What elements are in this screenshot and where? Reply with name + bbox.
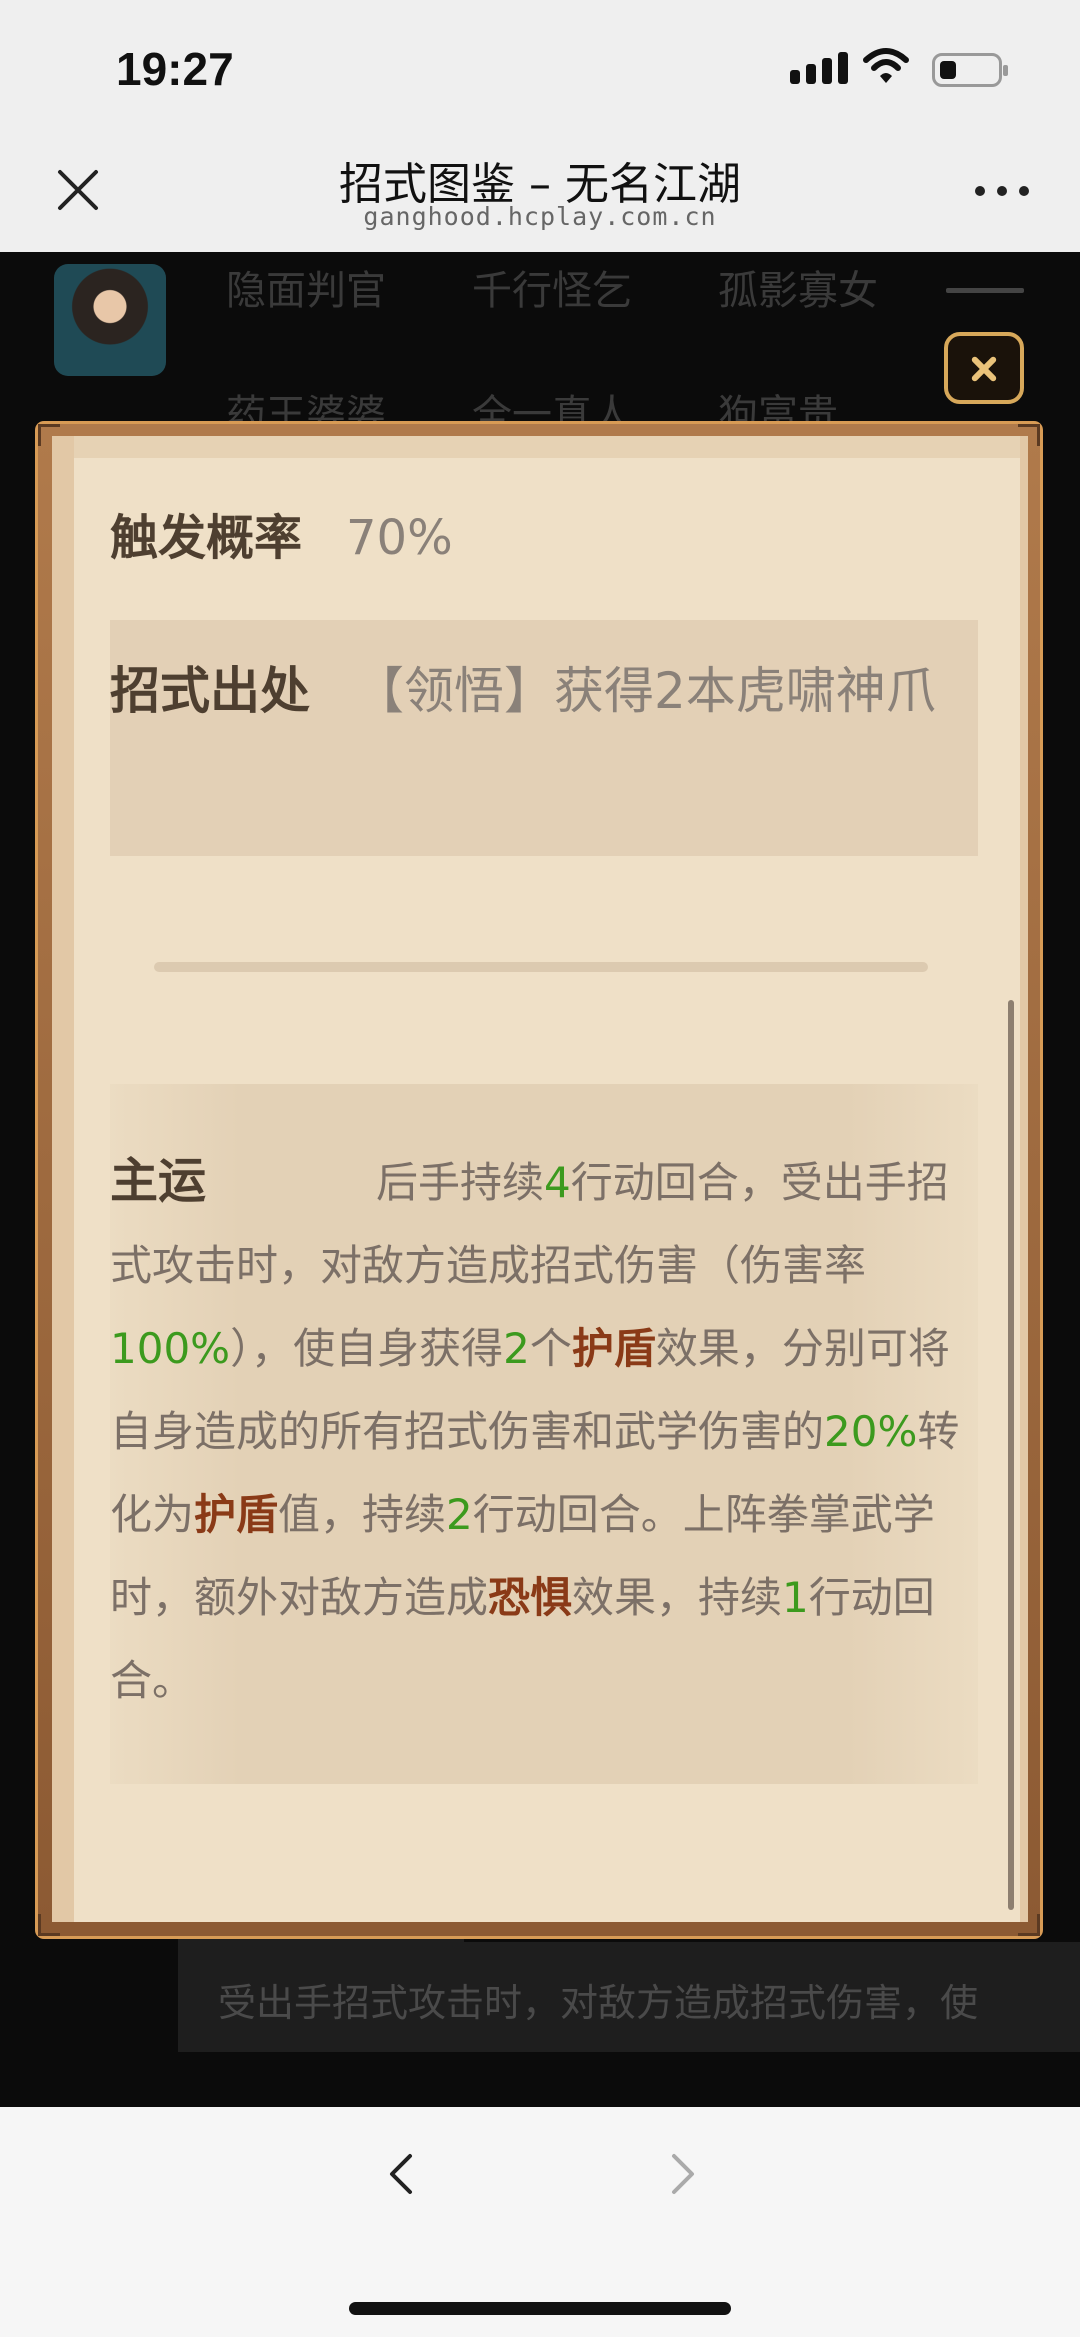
effect-keyword: 护盾	[571, 1324, 656, 1373]
effect-number: 20%	[824, 1407, 918, 1456]
wifi-icon	[863, 48, 909, 83]
frame-corner-ornament	[38, 424, 60, 446]
effect-text: 后手持续	[376, 1158, 545, 1207]
trigger-probability-label: 触发概率	[110, 510, 303, 566]
main-effect-box: 主运 后手持续4行动回合，受出手招式攻击时，对敌方造成招式伤害（伤害率100%），…	[110, 1084, 978, 1784]
effect-number: 1	[782, 1573, 809, 1622]
effect-number: 2	[446, 1490, 473, 1539]
effect-number: 100%	[110, 1324, 231, 1373]
skill-origin-text: 招式出处 【领悟】获得2本虎啸神爪	[110, 634, 978, 748]
frame-corner-ornament	[1018, 424, 1040, 446]
effect-text: ），使自身获得	[230, 1324, 504, 1373]
trigger-probability-row: 触发概率 70%	[110, 498, 453, 568]
page-url: ganghood.hcplay.com.cn	[363, 202, 717, 231]
hamburger-menu-icon[interactable]	[946, 288, 1024, 307]
skill-origin-label: 招式出处	[110, 662, 310, 720]
trigger-probability-value: 70%	[346, 510, 453, 566]
effect-text: 个	[529, 1324, 572, 1373]
main-effect-label: 主运	[110, 1153, 207, 1209]
frame-corner-ornament	[38, 1914, 60, 1936]
skill-dialog: 触发概率 70% 招式出处 【领悟】获得2本虎啸神爪 主运 后手持续4行动回合，受出手…	[74, 436, 1020, 1922]
effect-number: 4	[544, 1158, 571, 1207]
effect-text: 效果，持续	[572, 1573, 783, 1622]
more-icon[interactable]	[975, 186, 1029, 196]
effect-number: 2	[503, 1324, 530, 1373]
skill-origin-value: 【领悟】获得2本虎啸神爪	[354, 662, 936, 720]
frame-corner-ornament	[1018, 1914, 1040, 1936]
divider	[154, 962, 928, 972]
effect-keyword: 恐惧	[488, 1573, 573, 1622]
dialog-close-button[interactable]	[944, 332, 1024, 404]
home-indicator	[349, 2302, 731, 2315]
npc-tab[interactable]: 孤影寡女	[718, 258, 878, 316]
main-effect-text: 主运 后手持续4行动回合，受出手招式攻击时，对敌方造成招式伤害（伤害率100%），…	[110, 1140, 978, 1722]
status-time: 19:27	[116, 43, 234, 95]
signal-icon	[790, 52, 848, 84]
npc-tab[interactable]: 千行怪乞	[472, 258, 632, 316]
battery-icon	[932, 53, 1008, 87]
back-chevron-icon[interactable]	[380, 2152, 424, 2196]
skill-origin-box: 招式出处 【领悟】获得2本虎啸神爪	[110, 620, 978, 856]
dialog-scrollbar[interactable]	[1008, 1000, 1014, 1910]
npc-tab[interactable]: 隐面判官	[226, 258, 386, 316]
effect-text: 值，持续	[278, 1490, 447, 1539]
background-description: 受出手招式攻击时，对敌方造成招式伤害，使	[178, 1942, 1080, 2052]
status-bar: 19:27	[0, 0, 1080, 140]
forward-chevron-icon[interactable]	[660, 2152, 704, 2196]
avatar[interactable]	[54, 264, 166, 376]
background-description-text: 受出手招式攻击时，对敌方造成招式伤害，使	[218, 1981, 979, 2025]
dialog-top-strip	[74, 436, 1020, 458]
effect-keyword: 护盾	[194, 1490, 279, 1539]
